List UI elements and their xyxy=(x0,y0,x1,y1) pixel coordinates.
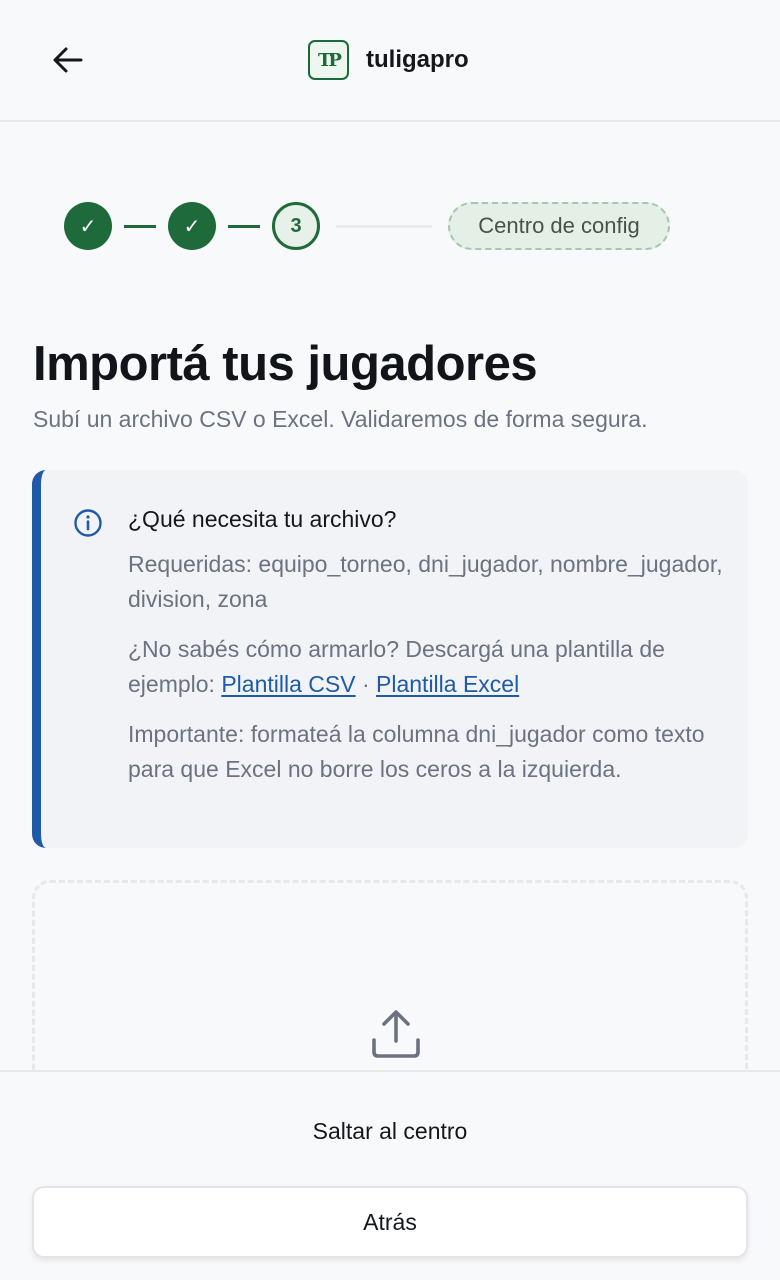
upload-icon xyxy=(372,1010,420,1058)
skip-to-center-button[interactable]: Saltar al centro xyxy=(0,1118,780,1145)
step-number: 3 xyxy=(290,214,302,237)
arrow-left-icon xyxy=(53,47,83,73)
brand: TP tuligapro xyxy=(308,40,469,80)
info-icon xyxy=(74,509,102,537)
step-2-complete: ✓ xyxy=(168,202,216,250)
template-csv-link[interactable]: Plantilla CSV xyxy=(221,671,355,697)
back-button[interactable]: Atrás xyxy=(32,1186,748,1258)
checkmark-icon: ✓ xyxy=(183,215,201,238)
template-separator: · xyxy=(355,671,377,697)
page-title: Importá tus jugadores xyxy=(33,337,538,391)
next-step-badge: Centro de config xyxy=(448,202,670,250)
checkmark-icon: ✓ xyxy=(79,215,97,238)
onboarding-import-page: TP tuligapro ✓ ✓ 3 Centro de config Impo… xyxy=(0,0,780,1280)
footer-actions: Saltar al centro Atrás xyxy=(0,1070,780,1280)
step-connector-pending xyxy=(336,225,432,228)
step-connector xyxy=(124,225,156,228)
page-subtitle: Subí un archivo CSV o Excel. Validaremos… xyxy=(33,406,648,432)
important-note: Importante: formateá la columna dni_juga… xyxy=(128,721,705,782)
required-columns: Requeridas: equipo_torneo, dni_jugador, … xyxy=(128,551,723,612)
file-requirements-card: ¿Qué necesita tu archivo? Requeridas: eq… xyxy=(32,470,748,848)
brand-name: tuligapro xyxy=(366,46,469,73)
template-excel-link[interactable]: Plantilla Excel xyxy=(376,671,519,697)
brand-logo: TP xyxy=(308,40,349,80)
template-text: ¿No sabés cómo armarlo? Descargá una pla… xyxy=(128,632,728,702)
step-3-current: 3 xyxy=(272,202,320,250)
step-1-complete: ✓ xyxy=(64,202,112,250)
info-title: ¿Qué necesita tu archivo? xyxy=(128,506,397,532)
top-bar: TP tuligapro xyxy=(0,0,780,122)
progress-stepper: ✓ ✓ 3 Centro de config xyxy=(64,202,674,252)
step-connector xyxy=(228,225,260,228)
back-arrow-button[interactable] xyxy=(44,38,92,82)
info-body: ¿Qué necesita tu archivo? Requeridas: eq… xyxy=(128,506,728,802)
